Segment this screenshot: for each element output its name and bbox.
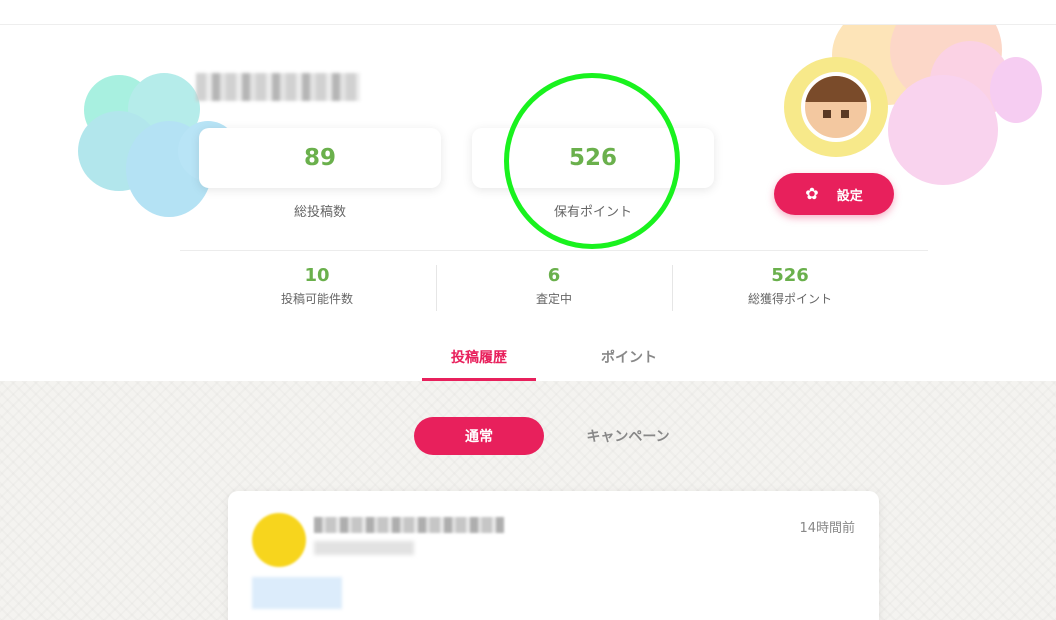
postable-count-stat: 10 投稿可能件数 (199, 265, 435, 311)
post-list-area: 通常 キャンペーン 14時間前 (0, 381, 1056, 620)
postable-count-label: 投稿可能件数 (280, 292, 353, 306)
total-earned-points-value: 526 (771, 265, 809, 286)
post-author-avatar (252, 513, 306, 567)
under-review-stat: 6 査定中 (436, 265, 672, 311)
postable-count-value: 10 (304, 265, 330, 286)
filter-campaign-button[interactable]: キャンペーン (566, 417, 690, 455)
under-review-value: 6 (547, 265, 561, 286)
settings-button[interactable]: ✿ 設定 (774, 173, 894, 215)
avatar-face-image (801, 72, 871, 142)
post-author-name-redacted (314, 517, 504, 533)
total-posts-card: 89 (199, 128, 441, 188)
highlight-circle-annotation (504, 73, 680, 249)
total-posts-label: 総投稿数 (293, 205, 346, 220)
total-earned-points-stat: 526 総獲得ポイント (672, 265, 908, 311)
tab-points[interactable]: ポイント (572, 347, 686, 381)
post-tag-redacted (252, 577, 342, 609)
post-card[interactable]: 14時間前 (228, 491, 879, 620)
avatar[interactable] (784, 57, 888, 157)
tab-post-history[interactable]: 投稿履歴 (422, 347, 536, 381)
total-earned-points-label: 総獲得ポイント (747, 292, 832, 306)
username-redacted (196, 73, 360, 101)
filter-normal-button[interactable]: 通常 (414, 417, 544, 455)
total-posts-value: 89 (303, 145, 336, 171)
post-timestamp: 14時間前 (799, 521, 855, 536)
stats-divider (180, 250, 928, 251)
settings-button-label: 設定 (836, 188, 863, 204)
under-review-label: 査定中 (535, 292, 572, 306)
profile-header: 89 総投稿数 526 保有ポイント ✿ 設定 10 投稿可能件数 6 査定中 … (0, 25, 1056, 381)
post-subtitle-redacted (314, 541, 414, 555)
gear-icon: ✿ (805, 184, 819, 203)
